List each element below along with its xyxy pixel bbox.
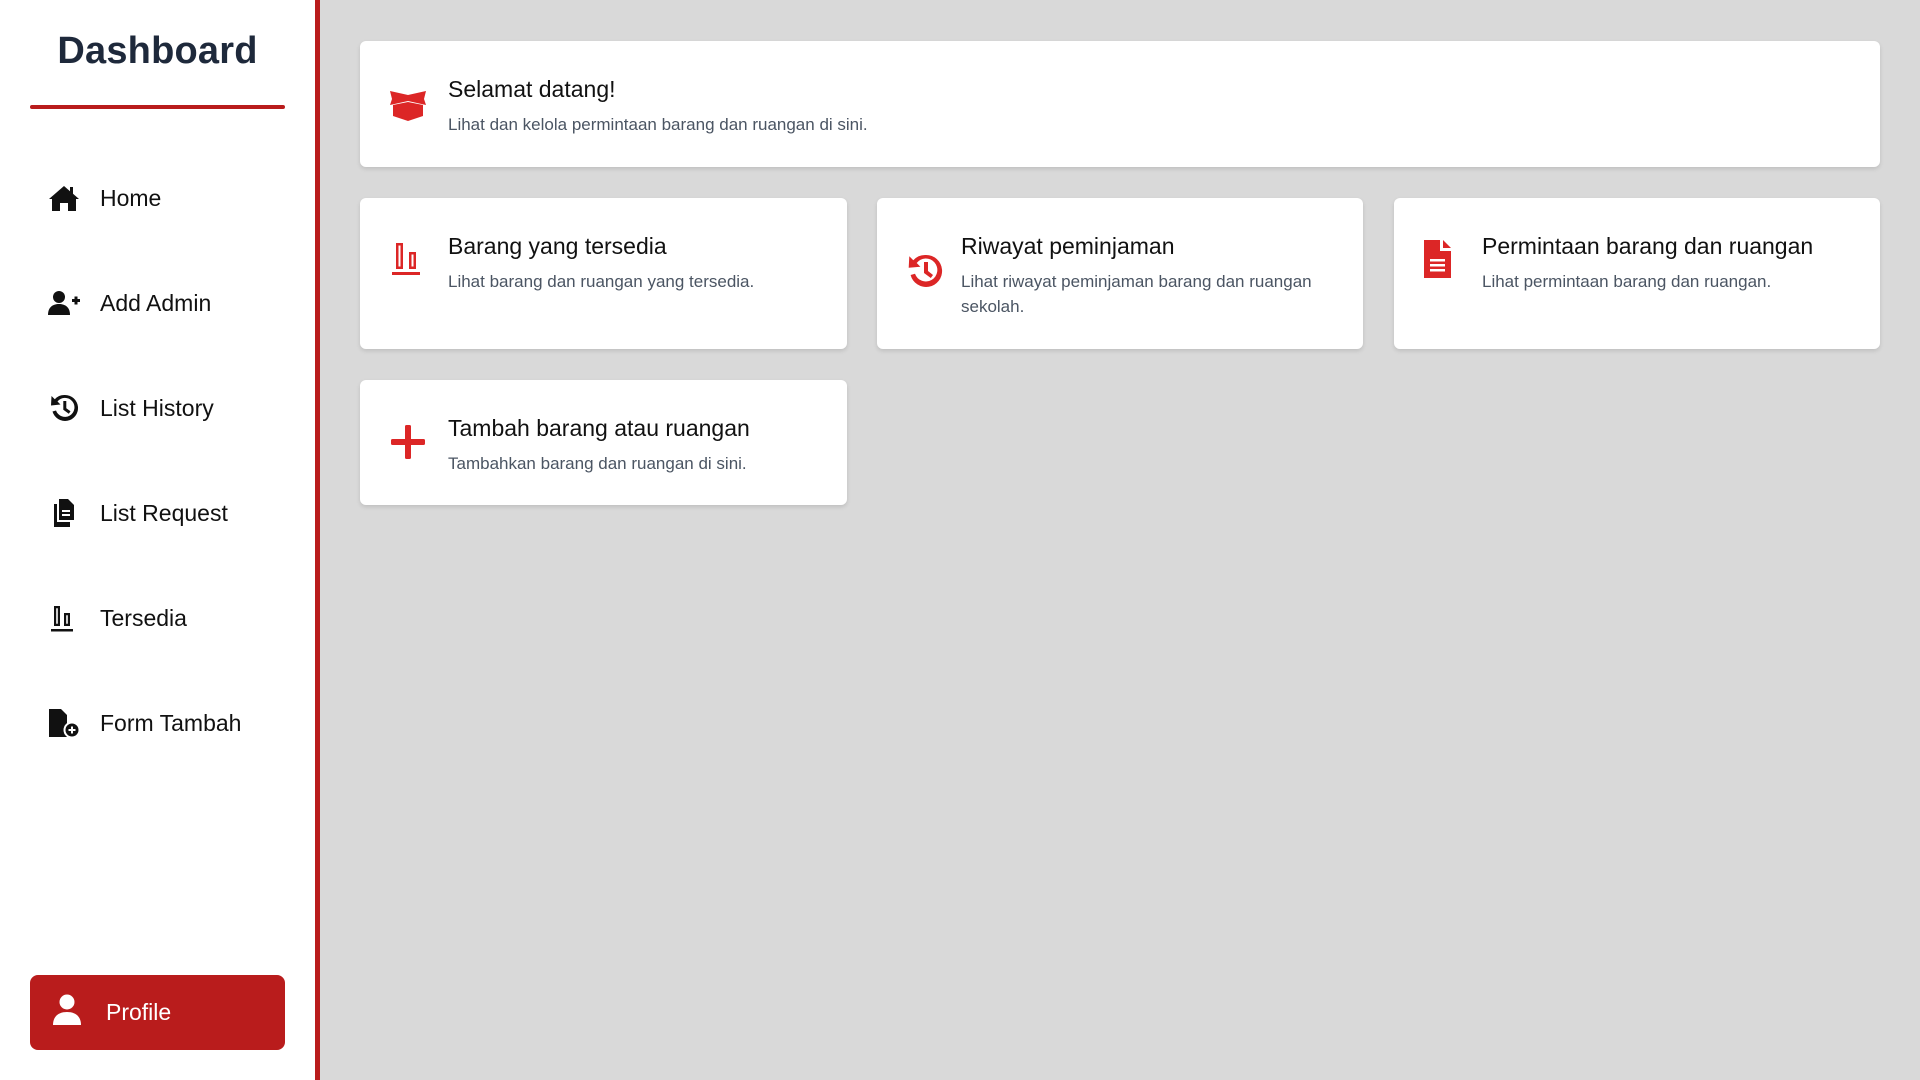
card-title: Tambah barang atau ruangan <box>448 415 750 441</box>
file-add-icon <box>48 706 82 740</box>
profile-button[interactable]: Profile <box>30 975 285 1050</box>
card-title: Barang yang tersedia <box>448 233 667 259</box>
chart-bars-icon <box>388 239 428 279</box>
sidebar-item-tersedia[interactable]: Tersedia <box>48 596 288 640</box>
brand-underline <box>30 105 285 109</box>
card-description: Lihat permintaan barang dan ruangan. <box>1482 272 1772 291</box>
user-icon <box>52 994 82 1031</box>
card-title: Riwayat peminjaman <box>961 233 1175 259</box>
welcome-description: Lihat dan kelola permintaan barang dan r… <box>448 115 868 134</box>
card-tambah-barang[interactable]: Tambah barang atau ruangan Tambahkan bar… <box>360 380 847 505</box>
card-permintaan-barang[interactable]: Permintaan barang dan ruangan Lihat perm… <box>1394 198 1880 349</box>
box-open-icon <box>388 85 428 125</box>
user-plus-icon <box>48 286 82 320</box>
chart-bars-icon <box>48 601 82 635</box>
sidebar-item-form-tambah[interactable]: Form Tambah <box>48 701 288 745</box>
card-barang-tersedia[interactable]: Barang yang tersedia Lihat barang dan ru… <box>360 198 847 349</box>
card-description: Lihat riwayat peminjaman barang dan ruan… <box>961 272 1312 316</box>
sidebar-item-label: Tersedia <box>100 604 187 631</box>
welcome-card: Selamat datang! Lihat dan kelola permint… <box>360 41 1880 167</box>
card-description: Tambahkan barang dan ruangan di sini. <box>448 454 747 473</box>
sidebar-item-label: Add Admin <box>100 289 212 316</box>
sidebar-item-label: List History <box>100 394 214 421</box>
sidebar-item-label: Home <box>100 184 162 211</box>
card-riwayat-peminjaman[interactable]: Riwayat peminjaman Lihat riwayat peminja… <box>877 198 1363 349</box>
home-icon <box>48 181 82 215</box>
card-description: Lihat barang dan ruangan yang tersedia. <box>448 272 755 291</box>
welcome-title: Selamat datang! <box>448 76 616 102</box>
card-title: Permintaan barang dan ruangan <box>1482 233 1814 259</box>
sidebar-brand: Dashboard <box>57 30 258 72</box>
plus-icon <box>388 422 428 462</box>
history-icon <box>48 391 82 425</box>
history-icon <box>905 252 945 292</box>
sidebar: Dashboard Home Add Admin List History Li <box>0 0 320 1080</box>
sidebar-item-list-request[interactable]: List Request <box>48 491 288 535</box>
app: Dashboard Home Add Admin List History Li <box>0 0 1920 1080</box>
file-lines-icon <box>1418 239 1458 279</box>
sidebar-item-label: Form Tambah <box>100 709 242 736</box>
sidebar-item-home[interactable]: Home <box>48 176 288 220</box>
profile-label: Profile <box>106 999 172 1025</box>
copy-icon <box>48 496 82 530</box>
sidebar-item-list-history[interactable]: List History <box>48 386 288 430</box>
sidebar-item-add-admin[interactable]: Add Admin <box>48 281 288 325</box>
sidebar-item-label: List Request <box>100 499 228 526</box>
